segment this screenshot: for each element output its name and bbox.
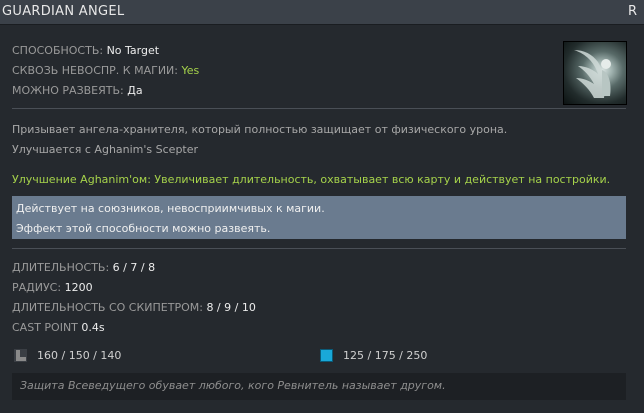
ability-description: Призывает ангела-хранителя, который полн… [12,123,508,136]
ability-hotkey: R [627,4,637,19]
stat-duration: ДЛИТЕЛЬНОСТЬ: 6 / 7 / 8 [12,261,155,274]
property-value: No Target [106,44,160,57]
stat-radius: РАДИУС: 1200 [12,281,93,294]
scepter-upgrade-hint: Улучшается с Aghanim's Scepter [12,143,199,156]
ability-title: GUARDIAN ANGEL [2,4,125,19]
note-item: Эффект этой способности можно развеять. [16,222,271,235]
stat-value: 6 / 7 / 8 [112,261,156,274]
ability-tooltip: GUARDIAN ANGEL R СПОСОБНОСТЬ: No Target … [0,0,644,413]
cooldown-value: 160 / 150 / 140 [37,349,122,362]
aghanims-upgrade-text: Улучшение Aghanim'ом: Увеличивает длител… [12,173,611,186]
mana-icon [320,349,333,362]
lore-text: Защита Всеведущего обувает любого, кого … [20,379,446,392]
stat-value: 1200 [64,281,93,294]
divider [12,248,626,249]
stat-value: 0.4s [81,321,105,334]
guardian-angel-ability-icon [563,41,627,105]
stat-label: ДЛИТЕЛЬНОСТЬ: [12,261,110,274]
property-ability-type: СПОСОБНОСТЬ: No Target [12,44,159,57]
ability-notes: Действует на союзников, невосприимчивых … [12,196,626,239]
note-item: Действует на союзников, невосприимчивых … [16,202,325,215]
property-pierces-spell-immunity: СКВОЗЬ НЕВОСПР. К МАГИИ: Yes [12,64,199,77]
property-value: Yes [181,64,200,77]
stat-cast-point: CAST POINT 0.4s [12,321,105,334]
mana-cost-value: 125 / 175 / 250 [343,349,428,362]
property-label: СПОСОБНОСТЬ: [12,44,104,57]
property-label: СКВОЗЬ НЕВОСПР. К МАГИИ: [12,64,178,77]
tooltip-header: GUARDIAN ANGEL R [0,0,644,25]
stat-label: ДЛИТЕЛЬНОСТЬ СО СКИПЕТРОМ: [12,301,203,314]
stat-label: CAST POINT [12,321,78,334]
stat-value: 8 / 9 / 10 [206,301,256,314]
property-label: МОЖНО РАЗВЕЯТЬ: [12,84,124,97]
property-value: Да [127,84,143,97]
divider [12,108,626,109]
stat-scepter-duration: ДЛИТЕЛЬНОСТЬ СО СКИПЕТРОМ: 8 / 9 / 10 [12,301,256,314]
angel-wing-icon [574,50,611,98]
property-dispellable: МОЖНО РАЗВЕЯТЬ: Да [12,84,143,97]
stat-label: РАДИУС: [12,281,62,294]
lore-box: Защита Всеведущего обувает любого, кого … [12,373,626,400]
cooldown-icon [14,349,27,362]
